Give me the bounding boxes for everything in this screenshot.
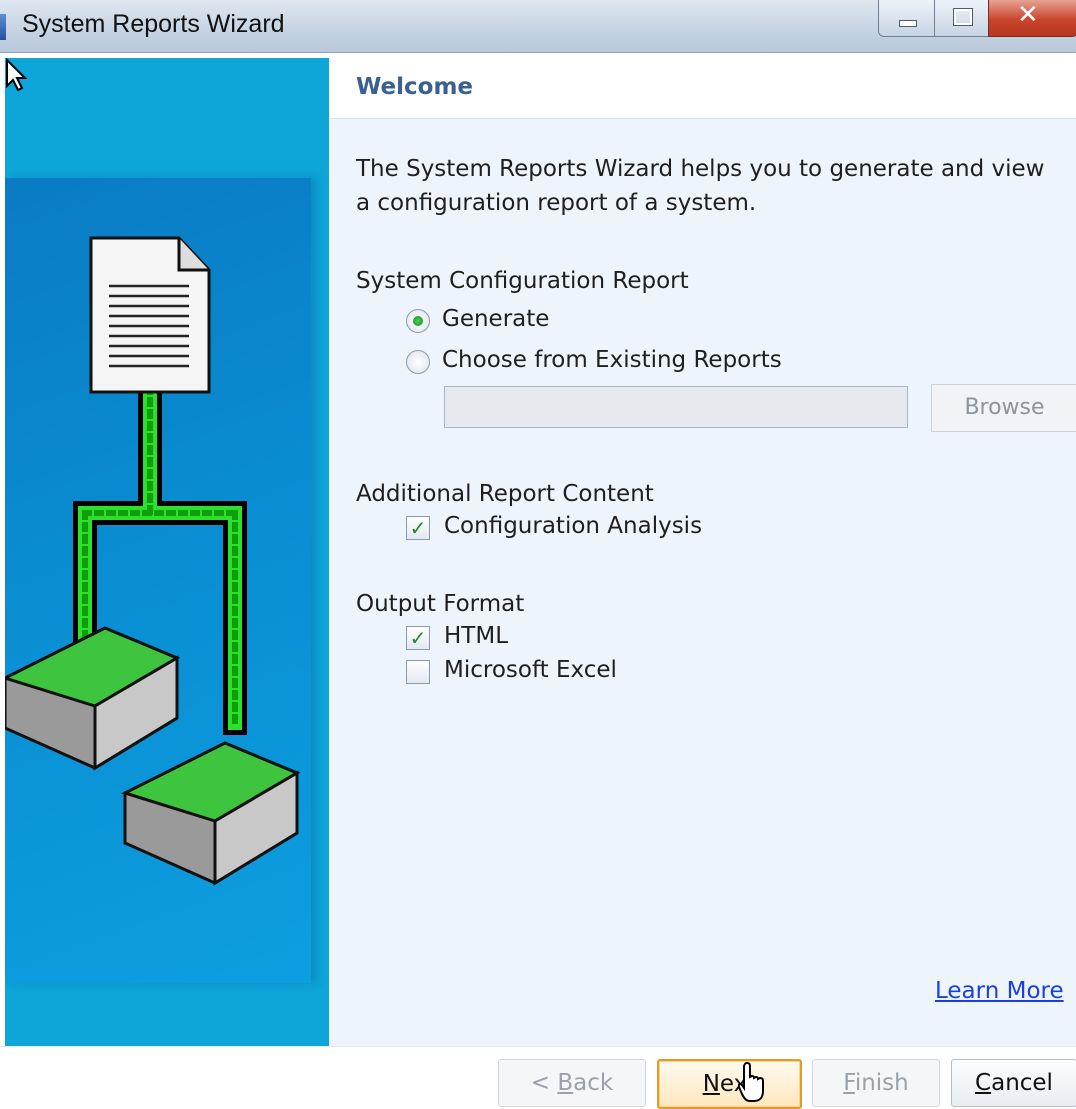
minimize-icon: [899, 20, 917, 27]
page-header: Welcome: [330, 58, 1076, 119]
back-button-label: ack: [573, 1070, 613, 1096]
next-button[interactable]: Next: [657, 1059, 802, 1109]
next-button-mnemonic: N: [703, 1071, 720, 1097]
choose-existing-label[interactable]: Choose from Existing Reports: [442, 347, 782, 373]
back-button-mnemonic: B: [557, 1070, 573, 1096]
generate-radio[interactable]: [406, 309, 430, 333]
cancel-button-label: ancel: [991, 1070, 1053, 1096]
browse-button[interactable]: Browse: [931, 384, 1076, 432]
mouse-pointer-icon: [5, 58, 29, 92]
circuit-board-icon: [5, 628, 177, 768]
excel-checkbox[interactable]: [406, 660, 430, 684]
back-button[interactable]: < Back: [498, 1059, 646, 1107]
html-checkbox[interactable]: ✓: [406, 626, 430, 650]
finish-button[interactable]: Finish: [812, 1059, 940, 1107]
output-format-label: Output Format: [356, 591, 524, 617]
close-button[interactable]: ✕: [988, 0, 1076, 37]
window-title: System Reports Wizard: [22, 10, 285, 39]
additional-content-label: Additional Report Content: [356, 481, 654, 507]
choose-existing-radio[interactable]: [406, 350, 430, 374]
maximize-icon: [954, 9, 972, 25]
window-controls: ✕: [878, 0, 1076, 38]
wizard-content: Welcome The System Reports Wizard helps …: [330, 58, 1076, 1046]
app-icon: [0, 14, 6, 40]
report-path-input[interactable]: [444, 386, 908, 428]
close-icon: ✕: [1017, 0, 1039, 30]
maximize-button[interactable]: [934, 0, 990, 37]
page-title: Welcome: [356, 74, 473, 100]
minimize-button[interactable]: [878, 0, 936, 37]
cancel-button[interactable]: Cancel: [951, 1059, 1076, 1107]
learn-more-link[interactable]: Learn More: [935, 978, 1064, 1004]
hand-cursor-icon: [738, 1061, 768, 1105]
configuration-analysis-checkbox[interactable]: ✓: [406, 516, 430, 540]
network-report-illustration: [5, 58, 329, 1046]
circuit-board-icon: [5, 743, 297, 883]
finish-button-label: inish: [855, 1070, 909, 1096]
wizard-footer: < Back Next Finish Cancel: [0, 1046, 1076, 1107]
finish-button-mnemonic: F: [843, 1070, 855, 1096]
wizard-side-panel: [5, 58, 329, 1046]
document-icon: [91, 238, 209, 392]
cancel-button-mnemonic: C: [975, 1070, 991, 1096]
intro-text: The System Reports Wizard helps you to g…: [356, 152, 1056, 220]
configuration-analysis-label[interactable]: Configuration Analysis: [444, 513, 702, 539]
system-config-label: System Configuration Report: [356, 268, 689, 294]
excel-label[interactable]: Microsoft Excel: [444, 657, 617, 683]
back-button-prefix: <: [531, 1070, 558, 1096]
title-bar: System Reports Wizard ✕: [0, 0, 1076, 53]
generate-label[interactable]: Generate: [442, 306, 549, 332]
html-label[interactable]: HTML: [444, 623, 508, 649]
